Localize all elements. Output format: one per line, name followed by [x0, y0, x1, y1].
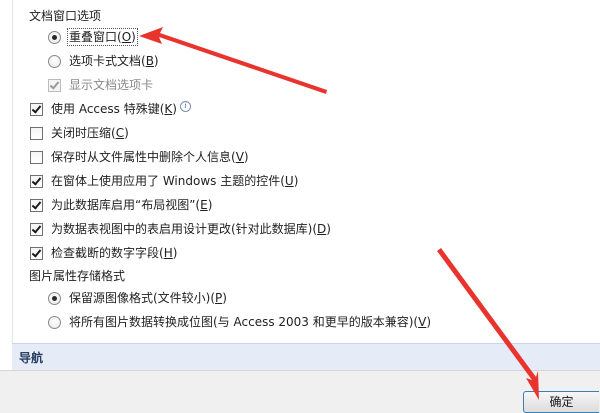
left-divider: [12, 0, 13, 370]
radio-selected-icon[interactable]: [48, 30, 61, 44]
compact-on-close-checkbox[interactable]: 关闭时压缩(C): [30, 125, 129, 141]
checkbox-checked-icon[interactable]: [30, 198, 43, 212]
ok-button[interactable]: 确定: [523, 391, 599, 413]
picture-storage-heading: 图片属性存储格式: [29, 269, 126, 283]
windows-themed-controls-checkbox[interactable]: 在窗体上使用应用了 Windows 主题的控件(U): [30, 173, 298, 189]
dialog-footer: 确定: [0, 370, 600, 413]
checkbox-unchecked-icon[interactable]: [30, 150, 43, 164]
checkbox-checked-icon[interactable]: [30, 102, 43, 116]
radio-unselected-icon[interactable]: [48, 315, 61, 329]
access-special-keys-checkbox[interactable]: 使用 Access 特殊键(K) i: [30, 100, 191, 117]
document-window-options-heading: 文档窗口选项: [29, 9, 102, 23]
display-document-tabs-checkbox[interactable]: 显示文档选项卡: [48, 77, 153, 93]
enable-design-changes-checkbox[interactable]: 为数据表视图中的表启用设计更改(针对此数据库)(D): [30, 221, 331, 237]
enable-layout-view-checkbox[interactable]: 为此数据库启用“布局视图”(E): [30, 197, 212, 213]
checkbox-checked-icon[interactable]: [30, 174, 43, 188]
preserve-source-format-radio[interactable]: 保留源图像格式(文件较小)(P): [48, 290, 227, 306]
convert-to-bitmap-radio[interactable]: 将所有图片数据转换成位图(与 Access 2003 和更早的版本兼容)(V): [48, 314, 431, 330]
info-icon[interactable]: i: [179, 100, 191, 112]
navigation-section-title: 导航: [19, 351, 44, 365]
checkbox-checked-disabled-icon[interactable]: [48, 78, 61, 92]
check-truncated-fields-checkbox[interactable]: 检查截断的数字字段(H): [30, 245, 177, 261]
checkbox-checked-icon[interactable]: [30, 246, 43, 260]
radio-unselected-icon[interactable]: [48, 54, 61, 68]
checkbox-checked-icon[interactable]: [30, 222, 43, 236]
remove-personal-info-checkbox[interactable]: 保存时从文件属性中删除个人信息(V): [30, 149, 249, 165]
navigation-section-header: 导航: [12, 343, 600, 370]
checkbox-unchecked-icon[interactable]: [30, 126, 43, 140]
access-options-panel: 文档窗口选项 重叠窗口(O) 选项卡式文档(B) 显示文档选项卡 使用 Acce…: [0, 0, 600, 370]
radio-selected-icon[interactable]: [48, 291, 61, 305]
overlapping-windows-radio[interactable]: 重叠窗口(O): [48, 28, 138, 46]
tabbed-documents-radio[interactable]: 选项卡式文档(B): [48, 53, 159, 69]
